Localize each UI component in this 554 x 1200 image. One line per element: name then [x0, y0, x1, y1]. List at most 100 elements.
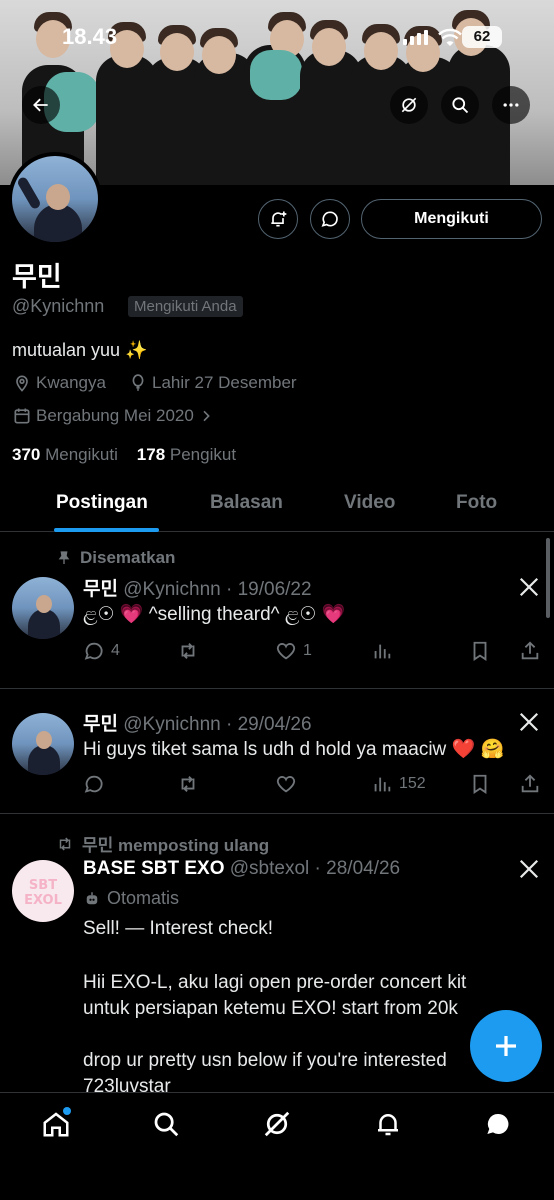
status-bar: 18.43 62 — [0, 22, 554, 56]
post-date: · 19/06/22 — [225, 579, 312, 600]
tab-video[interactable]: Video — [344, 492, 395, 514]
views-count: 152 — [399, 775, 426, 792]
post-avatar[interactable] — [12, 577, 74, 639]
display-name: 무민 — [12, 262, 62, 292]
wifi-icon — [438, 28, 462, 46]
share-button[interactable] — [519, 640, 541, 662]
nav-home[interactable] — [41, 1107, 71, 1139]
grok-icon — [401, 97, 417, 113]
tab-posts[interactable]: Postingan — [56, 492, 148, 514]
post-author-handle[interactable]: @Kynichnn — [123, 579, 220, 600]
x-logo-icon — [519, 712, 539, 732]
views-button[interactable]: 152 — [371, 773, 426, 795]
repost-label: 무민 memposting ulang — [82, 836, 270, 855]
share-button[interactable] — [519, 773, 541, 795]
chevron-right-icon — [203, 410, 210, 422]
grok-icon — [264, 1111, 290, 1137]
nav-messages[interactable] — [483, 1109, 513, 1139]
notify-button[interactable] — [258, 199, 298, 239]
heart-icon — [276, 643, 296, 660]
location-text: Kwangya — [36, 373, 106, 392]
location: Kwangya — [12, 373, 106, 393]
avatar-logo-text: SBT EXOL — [24, 878, 62, 908]
repost-button[interactable] — [177, 640, 205, 662]
search-button[interactable] — [441, 86, 479, 124]
calendar-icon — [14, 408, 30, 424]
followers-label: Pengikut — [169, 445, 237, 464]
bookmark-button[interactable] — [469, 640, 491, 662]
share-icon — [521, 774, 539, 793]
bell-icon — [378, 1114, 398, 1136]
post-header: 무민 @Kynichnn · 19/06/22 — [83, 574, 312, 601]
post-author-name[interactable]: 무민 — [83, 714, 118, 735]
followers-link[interactable]: 178 Pengikut — [137, 445, 236, 464]
cellular-signal-icon — [403, 30, 428, 45]
nav-search[interactable] — [151, 1109, 181, 1139]
profile-bio: mutualan yuu ✨ — [12, 340, 148, 360]
bookmark-icon — [473, 774, 487, 794]
post-text-line: untuk persiapan ketemu EXO! start from 2… — [83, 998, 458, 1019]
following-label: Mengikuti — [45, 445, 118, 464]
message-button[interactable] — [310, 199, 350, 239]
post-text-line: Hii EXO-L, aku lagi open pre-order conce… — [83, 972, 467, 993]
post-date: · 29/04/26 — [225, 714, 312, 735]
pinned-indicator: Disematkan — [56, 548, 175, 568]
post-author-name[interactable]: 무민 — [83, 579, 118, 600]
nav-grok[interactable] — [262, 1109, 292, 1139]
reply-button[interactable] — [83, 773, 111, 795]
post-header: BASE SBT EXO @sbtexol · 28/04/26 — [83, 858, 400, 880]
more-options-button[interactable] — [492, 86, 530, 124]
follow-counts: 370 Mengikuti 178 Pengikut — [12, 445, 236, 465]
profile-handle: @Kynichnn — [12, 296, 105, 316]
compose-post-button[interactable] — [470, 1010, 542, 1082]
join-date[interactable]: Bergabung Mei 2020 — [12, 406, 214, 426]
birthday-text: Lahir 27 Desember — [152, 373, 297, 392]
x-logo-icon — [519, 577, 539, 597]
nav-notifications[interactable] — [373, 1109, 403, 1139]
post-avatar[interactable] — [12, 713, 74, 775]
post-text: ළ☉ 💗 ^selling theard^ ළ☉ 💗 — [83, 604, 346, 625]
plus-icon — [496, 1036, 516, 1056]
like-button[interactable]: 1 — [275, 640, 312, 662]
bookmark-button[interactable] — [469, 773, 491, 795]
pin-icon — [58, 551, 70, 564]
x-logo-icon — [519, 859, 539, 879]
balloon-icon — [132, 374, 144, 391]
repost-icon — [59, 836, 71, 851]
share-icon — [521, 641, 539, 660]
post[interactable]: 무민 @Kynichnn · 29/04/26 Hi guys tiket sa… — [0, 689, 554, 814]
grok-button[interactable] — [390, 86, 428, 124]
location-pin-icon — [16, 375, 28, 392]
repost-icon — [181, 776, 195, 792]
post-author-handle[interactable]: @Kynichnn — [123, 714, 220, 735]
post-author-name[interactable]: BASE SBT EXO — [83, 858, 224, 879]
repost-button[interactable] — [177, 773, 205, 795]
tab-photos[interactable]: Foto — [456, 492, 497, 514]
following-count: 370 — [12, 445, 41, 464]
repost-icon — [181, 643, 195, 659]
followers-count: 178 — [136, 445, 166, 464]
post-avatar[interactable]: SBT EXOL — [12, 860, 74, 922]
reply-icon — [84, 775, 103, 793]
post-author-handle[interactable]: @sbtexol — [230, 858, 310, 879]
profile-avatar[interactable] — [8, 152, 102, 246]
chat-bubble-icon — [321, 211, 338, 227]
post-actions: 4 1 — [83, 640, 543, 668]
views-button[interactable] — [371, 640, 393, 662]
following-button[interactable]: Mengikuti — [361, 199, 542, 239]
follows-you-badge: Mengikuti Anda — [128, 296, 243, 317]
like-count: 1 — [303, 642, 312, 659]
back-button[interactable] — [22, 86, 60, 124]
battery-indicator: 62 — [462, 26, 502, 48]
bookmark-icon — [473, 641, 487, 661]
like-button[interactable] — [275, 773, 303, 795]
following-link[interactable]: 370 Mengikuti — [12, 445, 118, 464]
bot-icon — [86, 891, 98, 904]
reply-button[interactable]: 4 — [83, 640, 120, 662]
post-pinned[interactable]: Disematkan 무민 @Kynichnn · 19/06/22 ළ☉ 💗 … — [0, 532, 554, 689]
repost-indicator: 무민 memposting ulang — [56, 831, 269, 856]
tab-replies[interactable]: Balasan — [210, 492, 283, 514]
search-icon — [154, 1112, 179, 1137]
views-chart-icon — [374, 777, 391, 792]
status-time: 18.43 — [62, 24, 118, 49]
